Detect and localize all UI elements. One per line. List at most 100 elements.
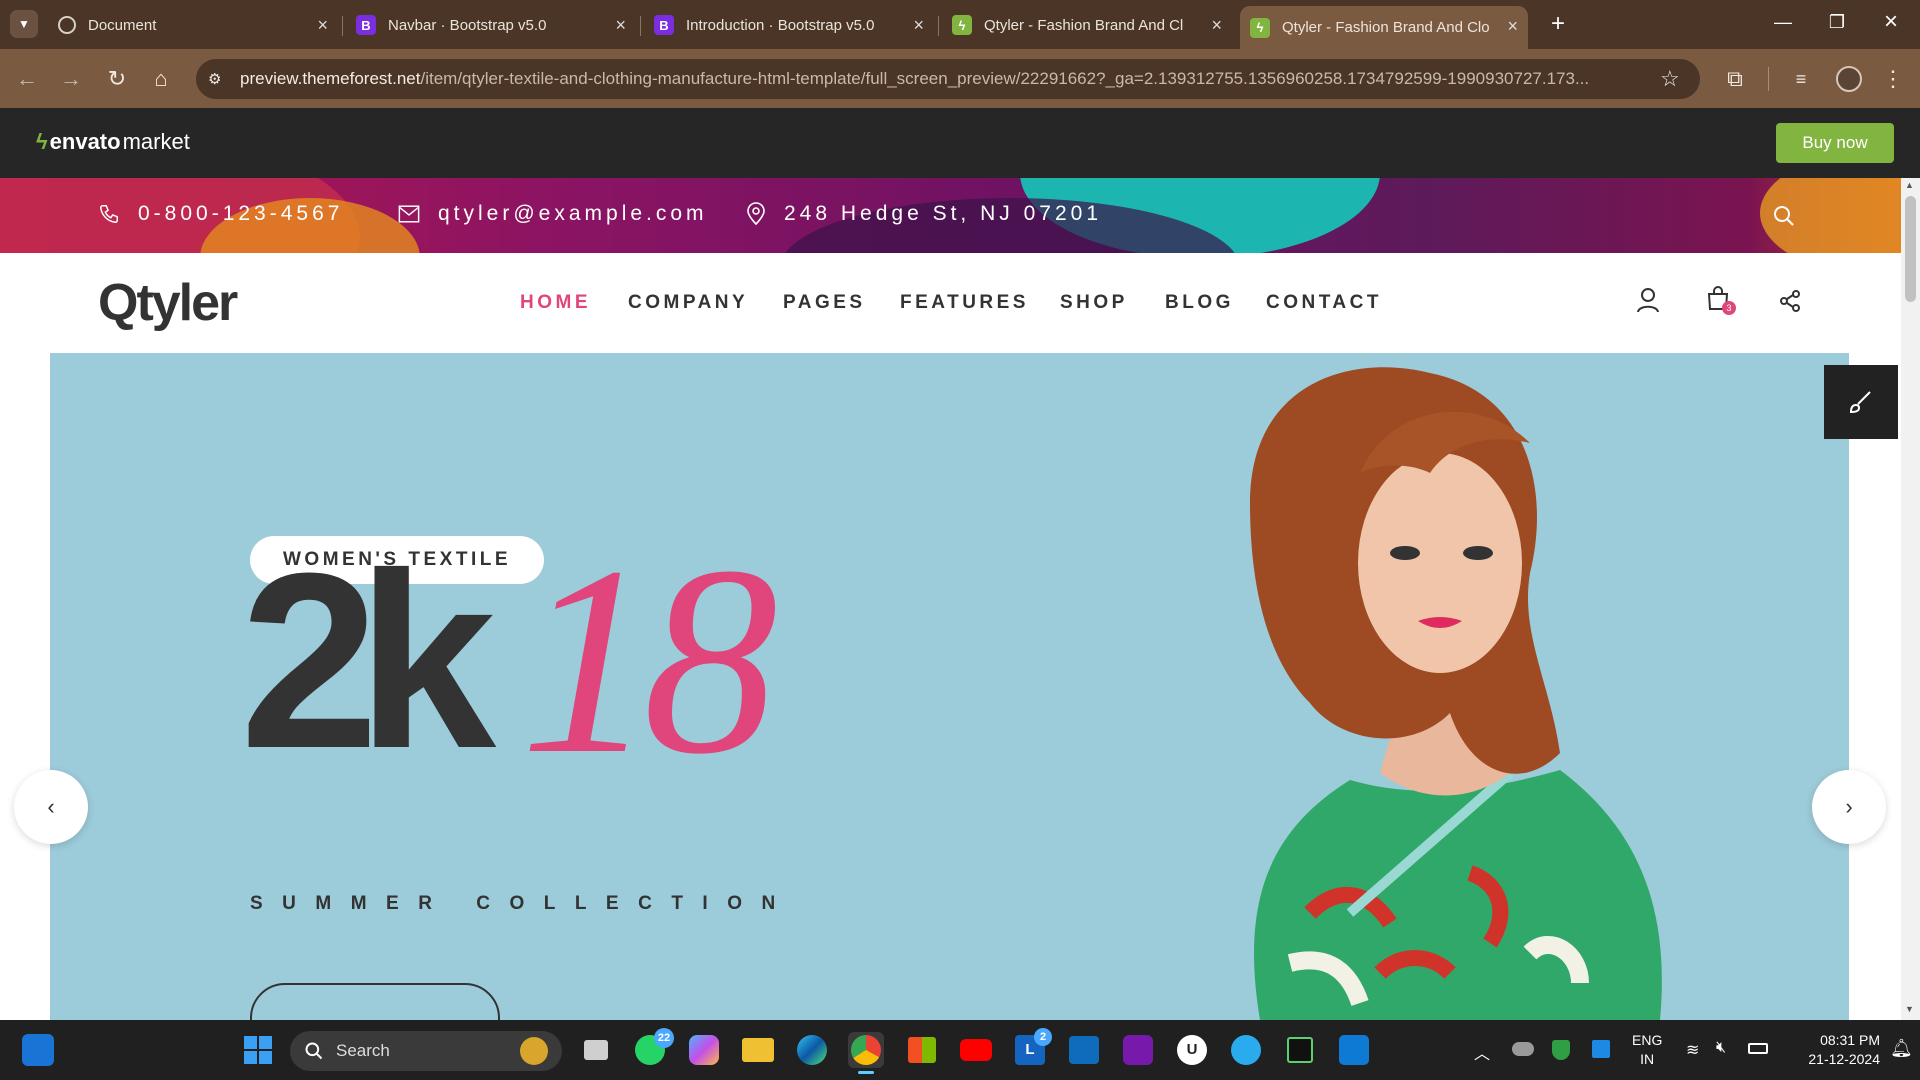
tab-title: Introduction · Bootstrap v5.0: [686, 16, 875, 34]
outlook-icon[interactable]: [1066, 1032, 1102, 1068]
slider-prev-button[interactable]: ‹: [14, 770, 88, 844]
hero-model-image: [1250, 367, 1662, 1020]
address-bar[interactable]: ⚙ preview.themeforest.net/item/qtyler-te…: [196, 59, 1700, 99]
whatsapp-icon[interactable]: 22: [632, 1028, 674, 1068]
udemy-icon[interactable]: U: [1174, 1032, 1210, 1068]
site-topbar: 0-800-123-4567 qtyler@example.com 248 He…: [0, 178, 1901, 253]
nav-features[interactable]: FEATURES: [900, 292, 1029, 314]
onenote-icon[interactable]: [1120, 1032, 1156, 1068]
close-icon[interactable]: ×: [913, 15, 924, 36]
forward-arrow-icon[interactable]: →: [58, 66, 84, 92]
lens-app-icon[interactable]: L2: [1012, 1028, 1052, 1068]
cart-icon[interactable]: 3: [1706, 285, 1736, 316]
language-indicator[interactable]: ENG IN: [1632, 1031, 1662, 1069]
close-icon[interactable]: ×: [1507, 16, 1518, 37]
youtube-icon[interactable]: [958, 1032, 994, 1068]
restore-button[interactable]: ❐: [1822, 12, 1852, 36]
nav-shop[interactable]: SHOP: [1060, 292, 1128, 314]
tab-introduction-bootstrap[interactable]: B Introduction · Bootstrap v5.0 ×: [654, 8, 934, 42]
nav-blog[interactable]: BLOG: [1165, 292, 1234, 314]
task-view-icon[interactable]: [578, 1032, 614, 1068]
search-icon[interactable]: [1772, 204, 1796, 233]
style-switcher-button[interactable]: [1824, 365, 1898, 439]
tab-document[interactable]: Document ×: [58, 8, 338, 42]
site-info-icon[interactable]: ⚙: [208, 70, 228, 88]
close-icon[interactable]: ×: [317, 15, 328, 36]
hero-cta-button[interactable]: [250, 983, 500, 1020]
display-icon[interactable]: [1592, 1040, 1610, 1058]
file-explorer-icon[interactable]: [740, 1032, 776, 1068]
minimize-button[interactable]: —: [1768, 12, 1798, 36]
close-icon[interactable]: ×: [615, 15, 626, 36]
bookmark-star-icon[interactable]: ☆: [1660, 66, 1680, 92]
slider-next-button[interactable]: ›: [1812, 770, 1886, 844]
new-tab-button[interactable]: +: [1544, 10, 1572, 38]
close-window-button[interactable]: ×: [1876, 8, 1906, 38]
scrollbar-thumb[interactable]: [1905, 196, 1916, 302]
reload-icon[interactable]: ↻: [104, 66, 130, 92]
tab-title: Qtyler - Fashion Brand And Clo: [984, 16, 1184, 34]
chrome-icon[interactable]: [848, 1032, 884, 1074]
cart-count-badge: 3: [1722, 301, 1736, 315]
envato-logo[interactable]: ϟ envato market: [36, 129, 190, 155]
back-arrow-icon[interactable]: ←: [14, 66, 40, 92]
extensions-icon[interactable]: ⧉: [1722, 66, 1748, 92]
menu-dots-icon[interactable]: ⋮: [1880, 66, 1906, 92]
tab-title: Qtyler - Fashion Brand And Clo: [1282, 19, 1490, 36]
nav-pages[interactable]: PAGES: [783, 292, 866, 314]
clock[interactable]: 08:31 PM 21-12-2024: [1782, 1031, 1880, 1069]
envato-leaf-icon: ϟ: [36, 129, 48, 154]
tab-title: Navbar · Bootstrap v5.0: [388, 16, 547, 34]
scrollbar-up-arrow[interactable]: ▲: [1905, 180, 1914, 190]
email-contact[interactable]: qtyler@example.com: [398, 202, 708, 226]
whatsapp-badge: 22: [654, 1028, 674, 1048]
page-scrollbar[interactable]: ▲ ▼: [1901, 178, 1920, 1020]
taskbar-search-box[interactable]: Search: [290, 1031, 562, 1071]
notion-like-app-icon[interactable]: [1282, 1032, 1318, 1068]
hero-subtitle: SUMMER COLLECTION: [250, 893, 795, 914]
site-navbar: Qtyler HOME COMPANY PAGES FEATURES SHOP …: [0, 253, 1901, 353]
tab-qtyler[interactable]: ϟ Qtyler - Fashion Brand And Clo ×: [952, 8, 1232, 42]
phone-contact[interactable]: 0-800-123-4567: [98, 202, 343, 226]
tab-title: Document: [88, 16, 157, 34]
vscode-icon[interactable]: [1336, 1032, 1372, 1068]
wifi-icon[interactable]: ≋: [1686, 1040, 1699, 1060]
tab-search-button[interactable]: ▼: [10, 10, 38, 38]
widgets-icon[interactable]: [22, 1034, 54, 1066]
tab-divider: [938, 16, 939, 36]
battery-icon[interactable]: [1748, 1043, 1768, 1054]
search-highlight-icon: [520, 1037, 548, 1065]
mail-icon: [398, 205, 420, 223]
user-icon[interactable]: [1636, 287, 1660, 318]
taskbar-search-placeholder: Search: [336, 1041, 390, 1060]
scrollbar-down-arrow[interactable]: ▼: [1905, 1004, 1914, 1014]
toolbar-divider: [1768, 67, 1769, 91]
tab-qtyler-active[interactable]: ϟ Qtyler - Fashion Brand And Clo ×: [1240, 6, 1528, 49]
phone-number: 0-800-123-4567: [138, 202, 344, 225]
security-shield-icon[interactable]: [1552, 1040, 1570, 1060]
notification-bell-icon[interactable]: 🔔︎: [1890, 1038, 1913, 1059]
microsoft-store-icon[interactable]: [904, 1032, 940, 1068]
edge-icon[interactable]: [794, 1032, 830, 1068]
nav-company[interactable]: COMPANY: [628, 292, 748, 314]
copilot-icon[interactable]: [686, 1032, 722, 1068]
language-code: ENG: [1632, 1032, 1663, 1048]
profile-avatar[interactable]: [1836, 66, 1862, 92]
onedrive-icon[interactable]: [1512, 1042, 1534, 1056]
tray-overflow-icon[interactable]: ︿: [1474, 1040, 1490, 1064]
windows-start-icon[interactable]: [240, 1032, 276, 1068]
browser-tab-bar: ▼ Document × B Navbar · Bootstrap v5.0 ×…: [0, 0, 1920, 49]
nav-home[interactable]: HOME: [520, 292, 591, 314]
envato-icon: ϟ: [1250, 17, 1270, 38]
home-icon[interactable]: ⌂: [148, 66, 174, 92]
nav-contact[interactable]: CONTACT: [1266, 292, 1382, 314]
tab-navbar-bootstrap[interactable]: B Navbar · Bootstrap v5.0 ×: [356, 8, 636, 42]
volume-muted-icon[interactable]: 🔇︎: [1716, 1039, 1726, 1057]
envato-header: ϟ envato market: [0, 108, 1920, 178]
telegram-icon[interactable]: [1228, 1032, 1264, 1068]
media-controls-icon[interactable]: ≡: [1788, 66, 1814, 92]
share-icon[interactable]: [1778, 289, 1802, 318]
buy-now-button[interactable]: Buy now: [1776, 123, 1894, 163]
site-logo[interactable]: Qtyler: [98, 273, 238, 333]
close-icon[interactable]: ×: [1211, 15, 1222, 36]
